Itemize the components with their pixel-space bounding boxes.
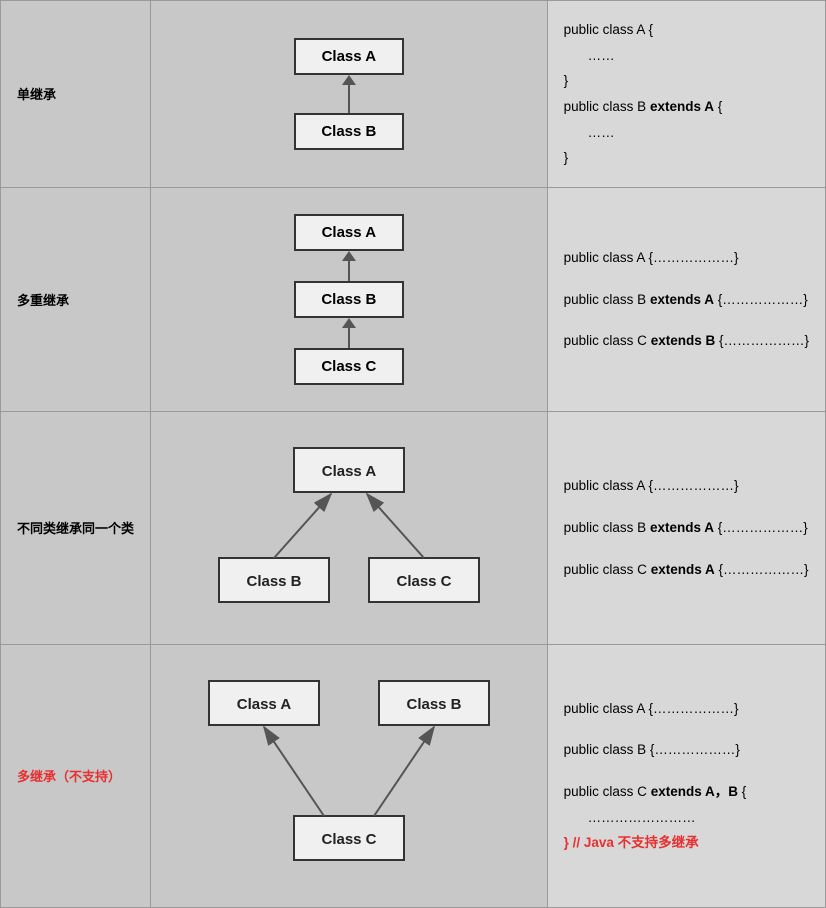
arrow-line — [348, 261, 350, 281]
label-multi-inherit: 多继承（不支持） — [1, 644, 151, 907]
diagram-fan-out: Class A Class B Class C — [151, 411, 548, 644]
code-block-single: public class A { …… } public class B ext… — [564, 17, 809, 171]
class-box-a2: Class A — [294, 214, 404, 251]
svg-text:Class B: Class B — [246, 573, 301, 590]
arrow-line — [348, 328, 350, 348]
diagram-multi-inherit: Class A Class B Class C — [151, 644, 548, 907]
code-single: public class A { …… } public class B ext… — [547, 1, 825, 188]
code-block-multi-inherit: public class A {………………} public class B {… — [564, 696, 809, 857]
class-box-c2: Class C — [294, 348, 404, 385]
fan-out-diagram: Class A Class B Class C — [167, 428, 531, 628]
label-multi-level: 多重继承 — [1, 187, 151, 411]
class-box-b: Class B — [294, 113, 404, 150]
svg-text:Class C: Class C — [396, 573, 451, 590]
code-block-fanout: public class A {………………} public class B e… — [564, 473, 809, 582]
svg-text:Class A: Class A — [322, 463, 377, 480]
svg-text:Class B: Class B — [406, 696, 461, 713]
arrow-line — [348, 85, 350, 113]
svg-text:Class C: Class C — [321, 831, 376, 848]
class-box-a: Class A — [294, 38, 404, 75]
diagram-single: Class A Class B — [151, 1, 548, 188]
diagram-multi-level: Class A Class B Class C — [151, 187, 548, 411]
code-multi-level: public class A {………………} public class B e… — [547, 187, 825, 411]
label-fan-out: 不同类继承同一个类 — [1, 411, 151, 644]
arrow-icon — [342, 251, 356, 261]
label-single-inherit: 单继承 — [1, 1, 151, 188]
code-fan-out: public class A {………………} public class B e… — [547, 411, 825, 644]
class-box-b2: Class B — [294, 281, 404, 318]
svg-text:Class A: Class A — [237, 696, 292, 713]
multi-inherit-diagram: Class A Class B Class C — [167, 661, 531, 891]
arrow-icon — [342, 318, 356, 328]
arrow-icon — [342, 75, 356, 85]
code-block-multi: public class A {………………} public class B e… — [564, 245, 809, 354]
code-multi-inherit: public class A {………………} public class B {… — [547, 644, 825, 907]
